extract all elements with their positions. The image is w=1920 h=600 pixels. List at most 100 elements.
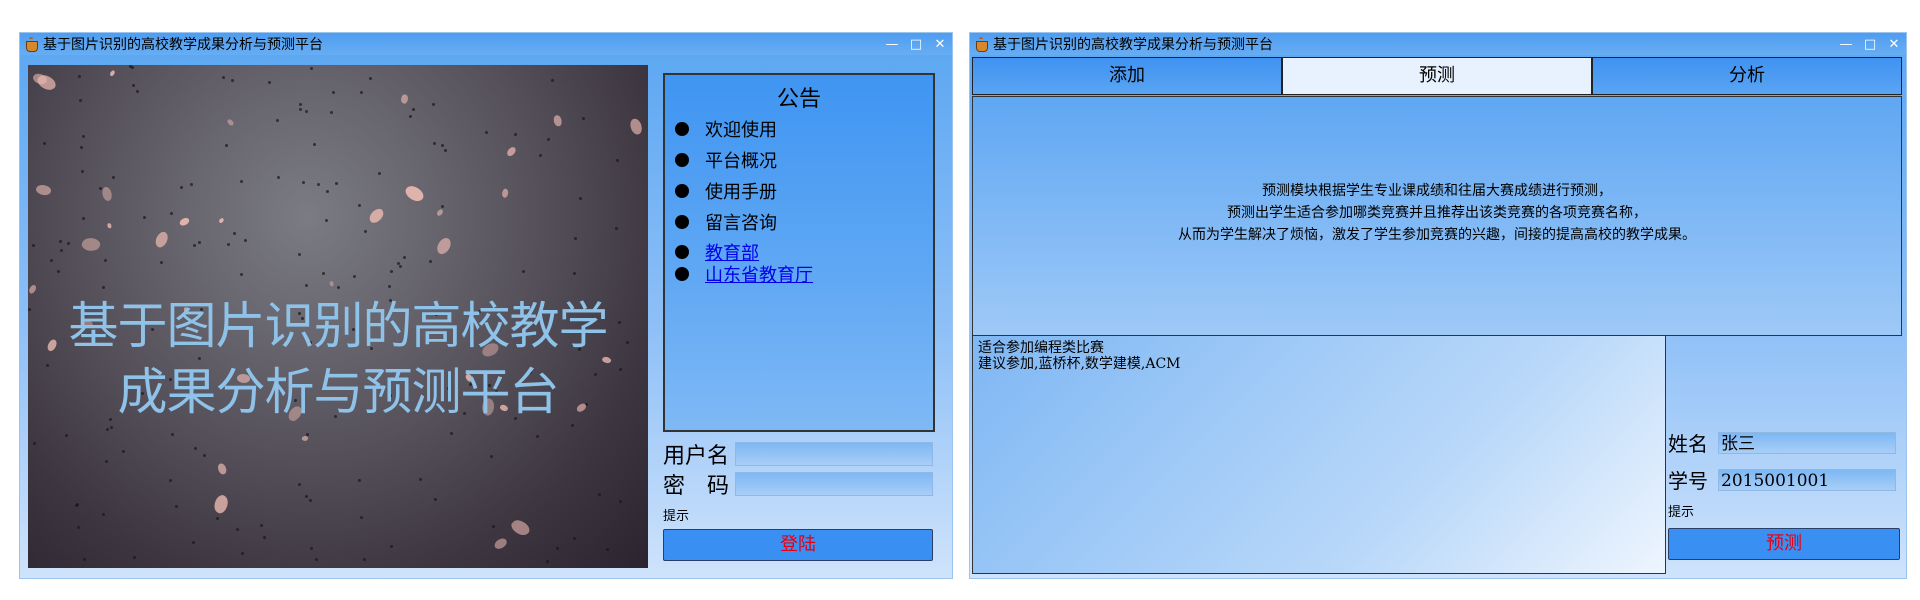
petal xyxy=(553,115,562,128)
result-textarea[interactable]: 适合参加编程类比赛 建议参加,蓝桥杯,数学建模,ACM xyxy=(972,335,1666,574)
speck xyxy=(369,76,373,80)
notice-item-label: 平台概况 xyxy=(705,150,777,172)
speck xyxy=(573,537,577,541)
name-input[interactable]: 张三 xyxy=(1718,431,1896,454)
notice-item[interactable]: 使用手册 xyxy=(675,175,933,206)
speck xyxy=(171,433,175,437)
minimize-button[interactable]: — xyxy=(880,37,904,52)
predict-button[interactable]: 预测 xyxy=(1668,528,1900,560)
speck xyxy=(244,239,248,243)
bullet-icon xyxy=(675,267,689,281)
speck xyxy=(489,454,493,458)
petal xyxy=(107,223,112,229)
speck xyxy=(239,272,243,276)
notice-link-item: 山东省教育厅 xyxy=(675,261,933,287)
name-label: 姓名 xyxy=(1668,432,1708,456)
speck xyxy=(538,153,542,157)
speck xyxy=(102,286,106,290)
notice-item-label: 使用手册 xyxy=(705,181,777,203)
speck xyxy=(390,269,394,273)
bullet-icon xyxy=(675,245,689,259)
banner-title-line-1: 基于图片识别的高校教学 xyxy=(68,297,609,355)
username-row: 用户名 xyxy=(663,438,933,470)
speck xyxy=(304,109,308,113)
result-line: 适合参加编程类比赛 xyxy=(978,340,1104,356)
speck xyxy=(233,232,237,236)
notice-item[interactable]: 平台概况 xyxy=(675,144,933,175)
speck xyxy=(304,495,308,499)
speck xyxy=(434,498,438,502)
speck xyxy=(122,449,126,453)
notice-panel: 公告 欢迎使用 平台概况 使用手册 留言咨询 教育部 山东省教育厅 xyxy=(663,73,935,432)
notice-link-item: 教育部 xyxy=(675,241,933,264)
speck xyxy=(418,478,422,482)
login-titlebar[interactable]: 基于图片识别的高校教学成果分析与预测平台 — □ ✕ xyxy=(20,33,952,55)
notice-list: 欢迎使用 平台概况 使用手册 留言咨询 教育部 山东省教育厅 xyxy=(665,113,933,287)
speck xyxy=(546,137,550,141)
password-input[interactable] xyxy=(735,472,933,496)
notice-title: 公告 xyxy=(776,87,821,112)
login-button[interactable]: 登陆 xyxy=(663,529,933,561)
maximize-button[interactable]: □ xyxy=(904,37,928,52)
speck xyxy=(388,284,392,288)
tab-analyze[interactable]: 分析 xyxy=(1592,57,1902,95)
speck xyxy=(514,133,518,137)
petal xyxy=(34,182,53,198)
speck xyxy=(299,107,303,111)
speck xyxy=(101,512,105,516)
bullet-icon xyxy=(675,183,689,198)
speck xyxy=(192,541,196,545)
tab-add[interactable]: 添加 xyxy=(972,57,1282,95)
petal xyxy=(80,235,102,253)
notice-item[interactable]: 欢迎使用 xyxy=(675,113,933,144)
speck xyxy=(449,432,453,436)
link-shandong-education-dept[interactable]: 山东省教育厅 xyxy=(705,261,813,287)
speck xyxy=(80,169,84,173)
speck xyxy=(225,144,229,148)
speck xyxy=(263,536,267,540)
predict-window: 基于图片识别的高校教学成果分析与预测平台 — □ ✕ 添加 预测 分析 预测模块… xyxy=(970,33,1906,578)
tab-predict[interactable]: 预测 xyxy=(1282,57,1592,95)
minimize-button[interactable]: — xyxy=(1834,37,1858,52)
close-button[interactable]: ✕ xyxy=(1882,37,1906,52)
speck xyxy=(605,548,609,551)
speck xyxy=(240,180,244,184)
predict-titlebar[interactable]: 基于图片识别的高校教学成果分析与预测平台 — □ ✕ xyxy=(970,33,1906,55)
speck xyxy=(545,560,549,564)
petal xyxy=(153,230,172,250)
speck xyxy=(441,143,445,147)
speck xyxy=(326,189,330,193)
speck xyxy=(111,176,115,180)
speck xyxy=(104,259,108,263)
speck xyxy=(618,500,622,504)
description-line: 从而为学生解决了烦恼，激发了学生参加竞赛的兴趣，间接的提高高校的教学成果。 xyxy=(1178,227,1696,243)
petal xyxy=(500,188,510,199)
description-line: 预测出学生适合参加哪类竞赛并且推荐出该类竞赛的各项竞赛名称， xyxy=(1227,205,1647,221)
notice-item[interactable]: 留言咨询 xyxy=(675,206,933,237)
banner-image: 基于图片识别的高校教学 成果分析与预测平台 xyxy=(28,65,648,568)
speck xyxy=(378,172,382,176)
notice-item-label: 留言咨询 xyxy=(705,212,777,234)
username-input[interactable] xyxy=(735,442,933,466)
student-id-input[interactable]: 2015001001 xyxy=(1718,468,1896,491)
password-label: 密 码 xyxy=(663,474,730,499)
speck xyxy=(59,248,63,252)
petal xyxy=(108,69,116,78)
window-title: 基于图片识别的高校教学成果分析与预测平台 xyxy=(43,37,323,53)
speck xyxy=(615,226,619,230)
speck xyxy=(358,203,362,207)
speck xyxy=(409,114,413,118)
speck xyxy=(142,216,146,220)
speck xyxy=(315,558,319,562)
close-button[interactable]: ✕ xyxy=(928,37,952,52)
petal xyxy=(301,435,310,442)
speck xyxy=(130,66,134,70)
speck xyxy=(352,274,356,278)
speck xyxy=(131,83,135,87)
speck xyxy=(317,182,321,186)
petal xyxy=(217,463,227,475)
speck xyxy=(67,242,71,246)
maximize-button[interactable]: □ xyxy=(1858,37,1882,52)
speck xyxy=(444,148,448,152)
speck xyxy=(363,557,367,561)
